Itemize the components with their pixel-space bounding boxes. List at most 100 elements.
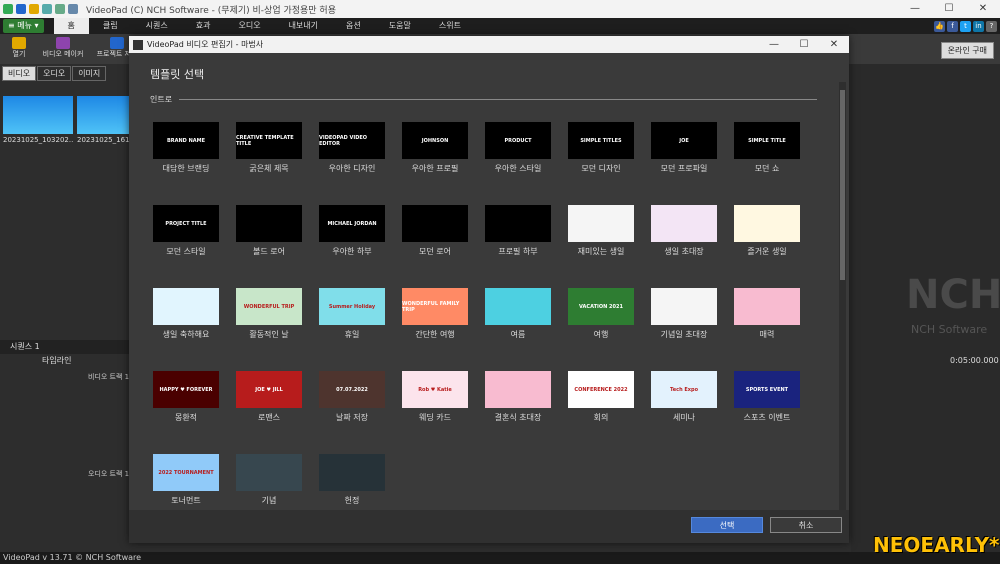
template-card[interactable]: 결혼식 초대장	[485, 371, 551, 423]
sequence-tab[interactable]: 시퀀스 1	[0, 340, 135, 354]
template-card[interactable]: SPORTS EVENT 스포츠 이벤트	[734, 371, 800, 423]
dialog-close-button[interactable]: ✕	[819, 36, 849, 54]
template-card[interactable]: 즐거운 생일	[734, 205, 800, 257]
template-card[interactable]: 볼드 로어	[236, 205, 302, 257]
template-card[interactable]: WONDERFUL FAMILY TRIP 간단한 여행	[402, 288, 468, 340]
bin-tab-image[interactable]: 이미지	[72, 66, 107, 81]
export-icon[interactable]	[42, 4, 52, 14]
facebook-icon[interactable]: f	[947, 21, 958, 32]
template-label: 휴일	[344, 330, 360, 339]
template-card[interactable]: 생일 축하해요	[153, 288, 219, 340]
select-button[interactable]: 선택	[691, 517, 763, 533]
template-card[interactable]: 모던 로어	[402, 205, 468, 257]
save-icon[interactable]	[16, 4, 26, 14]
template-label: 회의	[593, 413, 609, 422]
video-maker-button[interactable]: 비디오 메이커	[38, 34, 88, 64]
dialog-scrollbar[interactable]	[839, 82, 846, 510]
bin-tab-video[interactable]: 비디오	[2, 66, 37, 81]
twitter-icon[interactable]: t	[960, 21, 971, 32]
linkedin-icon[interactable]: in	[973, 21, 984, 32]
tab-sequence[interactable]: 시퀀스	[132, 18, 182, 34]
template-thumbnail	[651, 288, 717, 325]
template-card[interactable]: 기념	[236, 454, 302, 506]
minimize-button[interactable]: —	[898, 0, 932, 18]
undo-icon[interactable]	[55, 4, 65, 14]
timecode: 0:05:00.000	[950, 356, 999, 365]
tab-clip[interactable]: 클립	[89, 18, 132, 34]
template-card[interactable]: Tech Expo 세미나	[651, 371, 717, 423]
template-card[interactable]: Rob ♥ Katie 웨딩 카드	[402, 371, 468, 423]
close-button[interactable]: ✕	[966, 0, 1000, 18]
quick-access-toolbar	[0, 4, 78, 14]
template-card[interactable]: 헌정	[319, 454, 385, 506]
template-label: 결혼식 초대장	[494, 413, 542, 422]
template-card[interactable]: 프로필 하부	[485, 205, 551, 257]
clip-item[interactable]: 20231025_103202...	[3, 96, 73, 144]
template-card[interactable]: VIDEOPAD VIDEO EDITOR 우아한 디자인	[319, 122, 385, 174]
template-thumbnail	[734, 205, 800, 242]
template-card[interactable]: CONFERENCE 2022 회의	[568, 371, 634, 423]
template-card[interactable]: PRODUCT 우아한 스타일	[485, 122, 551, 174]
template-card[interactable]: Summer Holiday 휴일	[319, 288, 385, 340]
template-label: 몽환적	[174, 413, 198, 422]
help-icon[interactable]: ?	[986, 21, 997, 32]
dialog-minimize-button[interactable]: —	[759, 36, 789, 54]
tab-suite[interactable]: 스위트	[425, 18, 475, 34]
ribbon-tabs: 홈 클립 시퀀스 효과 오디오 내보내기 옵션 도움말 스위트	[53, 18, 475, 34]
cancel-button[interactable]: 취소	[770, 517, 842, 533]
template-card[interactable]: BRAND NAME 대담한 브랜딩	[153, 122, 219, 174]
template-thumbnail	[319, 454, 385, 491]
template-card[interactable]: 07.07.2022 날짜 저장	[319, 371, 385, 423]
scrollbar-thumb[interactable]	[840, 90, 845, 280]
template-card[interactable]: 매력	[734, 288, 800, 340]
open-button[interactable]: 열기	[4, 34, 34, 64]
maximize-button[interactable]: ☐	[932, 0, 966, 18]
tab-home[interactable]: 홈	[53, 18, 89, 34]
dialog-window-controls: — ☐ ✕	[759, 36, 849, 54]
template-card[interactable]: 2022 TOURNAMENT 토너먼트	[153, 454, 219, 506]
template-card[interactable]: 기념일 초대장	[651, 288, 717, 340]
tab-options[interactable]: 옵션	[332, 18, 375, 34]
template-thumbnail: VIDEOPAD VIDEO EDITOR	[319, 122, 385, 159]
template-card[interactable]: 여름	[485, 288, 551, 340]
redo-icon[interactable]	[68, 4, 78, 14]
dialog-maximize-button[interactable]: ☐	[789, 36, 819, 54]
tab-help[interactable]: 도움말	[375, 18, 425, 34]
template-card[interactable]: JOE ♥ JILL 로맨스	[236, 371, 302, 423]
window-title: VideoPad (C) NCH Software - (무제기) 비-상업 가…	[86, 5, 336, 16]
template-card[interactable]: MICHAEL JORDAN 우아한 하부	[319, 205, 385, 257]
template-card[interactable]: 재미있는 생일	[568, 205, 634, 257]
template-label: 볼드 로어	[253, 247, 285, 256]
save-icon	[110, 37, 124, 49]
template-label: 모던 디자인	[581, 164, 621, 173]
template-card[interactable]: HAPPY ♥ FOREVER 몽환적	[153, 371, 219, 423]
template-card[interactable]: PROJECT TITLE 모던 스타일	[153, 205, 219, 257]
template-thumbnail: Rob ♥ Katie	[402, 371, 468, 408]
template-label: 생일 초대장	[664, 247, 704, 256]
template-card[interactable]: SIMPLE TITLE 모던 쇼	[734, 122, 800, 174]
tab-effects[interactable]: 효과	[182, 18, 225, 34]
nch-logo: NCH	[906, 272, 1000, 318]
dialog-title-bar: VideoPad 비디오 편집기 - 마법사 — ☐ ✕	[129, 36, 849, 53]
tab-audio[interactable]: 오디오	[224, 18, 274, 34]
template-card[interactable]: JOE 모던 프로파일	[651, 122, 717, 174]
template-label: 모던 로어	[419, 247, 451, 256]
template-label: 대담한 브랜딩	[162, 164, 210, 173]
tab-export[interactable]: 내보내기	[275, 18, 332, 34]
like-icon[interactable]: 👍	[934, 21, 945, 32]
main-menu-button[interactable]: ≡ 메뉴 ▾	[3, 19, 44, 33]
template-card[interactable]: SIMPLE TITLES 모던 디자인	[568, 122, 634, 174]
bin-tab-audio[interactable]: 오디오	[37, 66, 72, 81]
template-card[interactable]: VACATION 2021 여행	[568, 288, 634, 340]
template-card[interactable]: CREATIVE TEMPLATE TITLE 굵은체 제목	[236, 122, 302, 174]
template-thumbnail	[485, 288, 551, 325]
status-bar: VideoPad v 13.71 © NCH Software	[0, 552, 1000, 564]
template-thumbnail	[734, 288, 800, 325]
template-card[interactable]: WONDERFUL TRIP 활동적인 날	[236, 288, 302, 340]
template-label: 여름	[510, 330, 526, 339]
template-card[interactable]: JOHNSON 우아한 프로필	[402, 122, 468, 174]
buy-online-button[interactable]: 온라인 구매	[940, 42, 994, 59]
timeline-label: 타임라인	[42, 356, 72, 365]
open-icon[interactable]	[29, 4, 39, 14]
template-card[interactable]: 생일 초대장	[651, 205, 717, 257]
